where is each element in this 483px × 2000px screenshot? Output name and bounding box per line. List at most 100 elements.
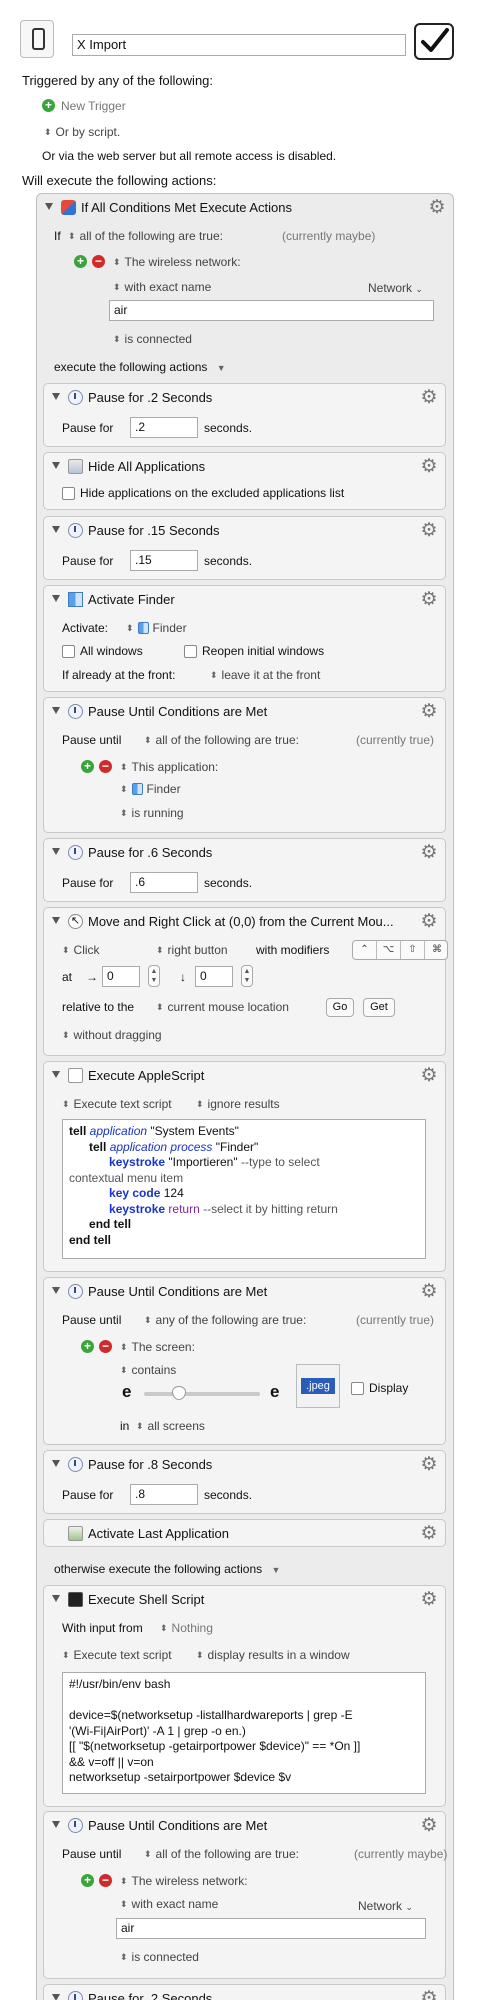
fuzziness-slider[interactable] [144,1386,260,1400]
gear-icon[interactable]: ⚙ [419,1455,439,1475]
add-condition-icon[interactable]: + [81,1874,94,1887]
disclosure-triangle-icon[interactable] [52,1287,60,1294]
y-stepper[interactable]: ▲ ▼ [241,965,253,987]
disclosure-triangle-icon[interactable] [52,917,60,924]
condition-mode-popup[interactable]: ⬍ all of the following are true: [144,1846,299,1862]
go-button[interactable]: Go [326,998,354,1017]
wireless-match-popup[interactable]: ⬍ with exact name [113,279,211,295]
gear-icon[interactable]: ⚙ [419,912,439,932]
y-coordinate-field[interactable]: 0 [195,966,233,987]
shell-mode-popup[interactable]: ⬍ Execute text script [62,1647,172,1663]
shell-script-editor[interactable]: #!/usr/bin/env bash device=$(networksetu… [62,1672,426,1794]
disclosure-triangle-icon[interactable] [52,393,60,400]
image-well[interactable]: .jpeg [296,1364,340,1408]
remove-condition-icon[interactable]: − [99,760,112,773]
gear-icon[interactable]: ⚙ [419,1524,439,1544]
gear-icon[interactable]: ⚙ [419,702,439,722]
wireless-condition-popup[interactable]: ⬍ The wireless network: [120,1873,248,1889]
new-trigger-plus-icon[interactable]: + [42,99,55,112]
disclosure-triangle-icon[interactable] [52,462,60,469]
screens-popup[interactable]: ⬍ all screens [136,1418,205,1434]
gear-icon[interactable]: ⚙ [419,388,439,408]
applescript-editor[interactable]: tell application "System Events" tell ap… [62,1119,426,1259]
application-condition-popup[interactable]: ⬍ This application: [120,759,218,775]
gear-icon[interactable]: ⚙ [419,457,439,477]
command-modifier-toggle[interactable]: ⌘ [425,941,447,959]
macro-name-field[interactable]: X Import [72,34,406,56]
pause-seconds-field[interactable]: .6 [130,872,198,893]
screen-condition-popup[interactable]: ⬍ The screen: [120,1339,195,1355]
input-popup[interactable]: ⬍ Nothing [160,1620,213,1636]
slider-thumb[interactable] [171,1386,186,1400]
gear-icon[interactable]: ⚙ [427,198,447,218]
reopen-windows-checkbox[interactable] [184,645,197,658]
dropdown-triangle-icon[interactable]: ▼ [217,363,226,373]
disclosure-triangle-icon[interactable] [45,203,53,210]
disclosure-triangle-icon[interactable] [52,707,60,714]
pause-seconds-field[interactable]: .2 [130,417,198,438]
gear-icon[interactable]: ⚙ [419,1989,439,2000]
disclosure-triangle-icon[interactable] [52,848,60,855]
condition-mode-popup[interactable]: ⬍ any of the following are true: [144,1312,306,1328]
front-behavior-popup[interactable]: ⬍ leave it at the front [210,667,320,683]
get-button[interactable]: Get [363,998,395,1017]
add-condition-icon[interactable]: + [81,1340,94,1353]
disclosure-triangle-icon[interactable] [52,1071,60,1078]
gear-icon[interactable]: ⚙ [419,590,439,610]
all-windows-checkbox[interactable] [62,645,75,658]
wireless-condition-popup[interactable]: ⬍ The wireless network: [113,254,241,270]
gear-icon[interactable]: ⚙ [419,521,439,541]
gear-icon[interactable]: ⚙ [419,1816,439,1836]
application-state-popup[interactable]: ⬍ is running [120,805,184,821]
disclosure-triangle-icon[interactable] [52,526,60,533]
macro-icon[interactable] [20,20,54,58]
network-menu[interactable]: Network ⌄ [358,1898,413,1915]
gear-icon[interactable]: ⚙ [419,1590,439,1610]
disclosure-triangle-icon[interactable] [52,1821,60,1828]
disclosure-triangle-icon[interactable] [52,1994,60,2000]
disclosure-triangle-icon[interactable] [52,1460,60,1467]
condition-mode-popup[interactable]: ⬍ all of the following are true: [144,732,299,748]
script-mode-popup[interactable]: ⬍ Execute text script [62,1096,172,1112]
disclosure-triangle-icon[interactable] [52,595,60,602]
if-action-header[interactable]: If All Conditions Met Execute Actions ⚙ [37,194,453,222]
remove-condition-icon[interactable]: − [92,255,105,268]
shell-output-popup[interactable]: ⬍ display results in a window [196,1647,350,1663]
gear-icon[interactable]: ⚙ [419,843,439,863]
network-menu[interactable]: Network ⌄ [368,280,423,297]
or-by-script-popup[interactable]: ⬍ Or by script. [44,124,120,140]
wireless-match-popup[interactable]: ⬍ with exact name [120,1896,218,1912]
gear-icon[interactable]: ⚙ [419,1282,439,1302]
if-condition-mode-popup[interactable]: ⬍ all of the following are true: [68,228,223,244]
click-type-popup[interactable]: ⬍ Click [62,942,100,958]
pause-seconds-field[interactable]: .8 [130,1484,198,1505]
dropdown-triangle-icon[interactable]: ▼ [271,1565,280,1575]
wireless-state-popup[interactable]: ⬍ is connected [120,1949,199,1965]
x-stepper[interactable]: ▲ ▼ [148,965,160,987]
pause-seconds-field[interactable]: .15 [130,550,198,571]
new-trigger-button[interactable]: New Trigger [61,98,126,114]
control-modifier-toggle[interactable]: ⌃ [353,941,377,959]
wireless-name-field[interactable]: air [109,300,434,321]
drag-popup[interactable]: ⬍ without dragging [62,1027,162,1043]
add-condition-icon[interactable]: + [81,760,94,773]
gear-icon[interactable]: ⚙ [419,1066,439,1086]
mouse-button-popup[interactable]: ⬍ right button [156,942,228,958]
script-results-popup[interactable]: ⬍ ignore results [196,1096,280,1112]
remove-condition-icon[interactable]: − [99,1340,112,1353]
x-coordinate-field[interactable]: 0 [102,966,140,987]
application-popup[interactable]: ⬍ Finder [120,781,181,797]
screen-match-popup[interactable]: ⬍ contains [120,1362,176,1378]
app-popup[interactable]: ⬍ Finder [126,620,187,636]
wireless-name-field[interactable]: air [116,1918,426,1939]
remove-condition-icon[interactable]: − [99,1874,112,1887]
macro-enabled-checkbox[interactable] [414,23,454,60]
display-checkbox[interactable] [351,1382,364,1395]
shift-modifier-toggle[interactable]: ⇧ [401,941,425,959]
option-modifier-toggle[interactable]: ⌥ [377,941,401,959]
disclosure-triangle-icon[interactable] [52,1595,60,1602]
relative-to-popup[interactable]: ⬍ current mouse location [156,999,289,1015]
add-condition-icon[interactable]: + [74,255,87,268]
wireless-state-popup[interactable]: ⬍ is connected [113,331,192,347]
hide-excluded-checkbox[interactable] [62,487,75,500]
